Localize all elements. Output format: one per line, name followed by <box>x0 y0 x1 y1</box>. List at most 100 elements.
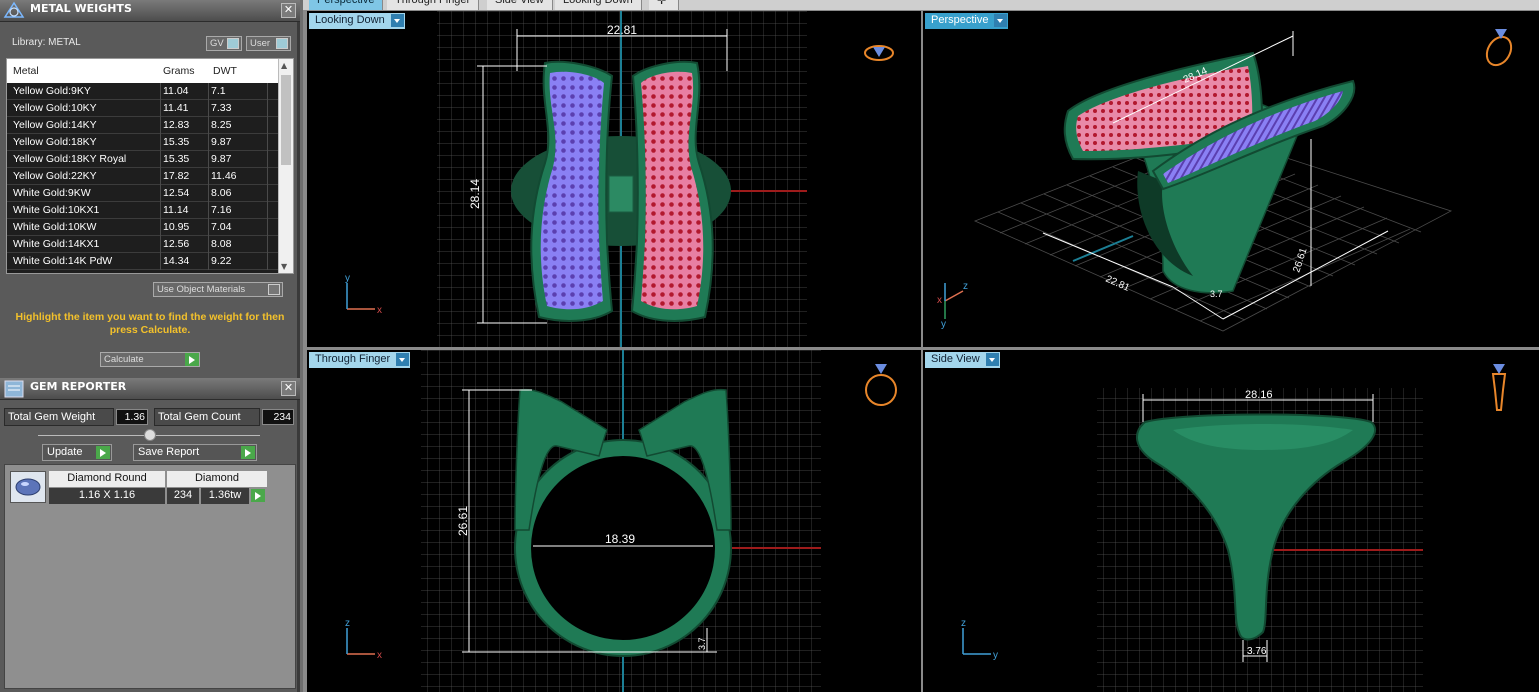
column-divider <box>208 117 209 134</box>
cell-dwt: 8.25 <box>211 119 232 131</box>
cell-grams: 12.54 <box>163 187 190 199</box>
chevron-down-icon[interactable] <box>390 14 404 27</box>
ring-orientation-icon[interactable] <box>1491 364 1507 411</box>
column-divider <box>208 253 209 270</box>
sv-axis-z: z <box>961 618 966 629</box>
col-dwt[interactable]: DWT <box>213 65 237 77</box>
persp-dim-b: 22.81 <box>1104 274 1132 294</box>
table-row[interactable]: White Gold:9KW 12.54 8.06 <box>7 185 279 202</box>
chevron-down-icon[interactable] <box>994 14 1008 27</box>
tab-looking-down[interactable]: Looking Down <box>555 0 642 10</box>
viewport-perspective[interactable]: 28.14 22.81 26.61 3.7 z x y Perspective <box>923 11 1539 347</box>
table-row[interactable]: Yellow Gold:18KY 15.35 9.87 <box>7 134 279 151</box>
viewport-label-side-view[interactable]: Side View <box>925 352 1000 368</box>
column-divider <box>267 117 268 134</box>
gem-reporter-close-icon[interactable]: ✕ <box>281 381 296 396</box>
col-metal[interactable]: Metal <box>13 65 39 77</box>
viewport-label-perspective-text: Perspective <box>931 14 989 26</box>
tab-add-icon[interactable]: ✛ <box>649 0 679 10</box>
viewport-label-through-finger[interactable]: Through Finger <box>309 352 411 368</box>
viewport-side-view[interactable]: 28.16 3.76 y z Side View <box>923 350 1539 692</box>
cell-metal: White Gold:10KX1 <box>13 204 100 216</box>
viewport-label-looking-down[interactable]: Looking Down <box>309 13 405 29</box>
viewport-label-looking-down-text: Looking Down <box>315 14 385 26</box>
viewport-area: Perspective Through Finger Side View Loo… <box>303 0 1539 692</box>
persp-axis-z: z <box>963 281 968 292</box>
table-row[interactable]: Yellow Gold:18KY Royal 15.35 9.87 <box>7 151 279 168</box>
user-label: User <box>250 38 271 49</box>
tf-dim-height: 26.61 <box>456 506 470 536</box>
ring-orientation-icon[interactable] <box>1482 29 1516 69</box>
metal-weights-header: METAL WEIGHTS ✕ <box>0 0 300 22</box>
column-divider <box>160 219 161 236</box>
side-view-canvas: 28.16 3.76 y z <box>961 364 1507 692</box>
gem-detail-arrow-icon[interactable] <box>251 489 265 502</box>
scroll-up-icon[interactable]: ▲ <box>281 61 287 70</box>
table-row[interactable]: Yellow Gold:9KY 11.04 7.1 <box>7 83 279 100</box>
persp-axis-x: x <box>937 295 942 306</box>
cell-metal: White Gold:14K PdW <box>13 255 113 267</box>
chevron-down-icon[interactable] <box>396 353 410 366</box>
viewport-label-perspective[interactable]: Perspective <box>925 13 1009 29</box>
table-row[interactable]: White Gold:14K PdW 14.34 9.22 <box>7 253 279 270</box>
table-row[interactable]: Yellow Gold:22KY 17.82 11.46 <box>7 168 279 185</box>
column-divider <box>267 202 268 219</box>
table-row[interactable]: White Gold:10KX1 11.14 7.16 <box>7 202 279 219</box>
gv-checkbox[interactable] <box>227 38 239 49</box>
tab-side-view[interactable]: Side View <box>487 0 553 10</box>
viewport-label-side-view-text: Side View <box>931 353 980 365</box>
cell-metal: Yellow Gold:14KY <box>13 119 97 131</box>
gem-list: Diamond Round Diamond 1.16 X 1.16 234 1.… <box>4 464 296 689</box>
save-report-arrow-icon[interactable] <box>241 446 255 459</box>
cell-grams: 10.95 <box>163 221 190 233</box>
axis-x-label: x <box>377 305 382 316</box>
cell-grams: 14.34 <box>163 255 190 267</box>
ring-orientation-icon[interactable] <box>864 45 894 61</box>
update-arrow-icon[interactable] <box>96 446 110 459</box>
user-toggle[interactable]: User <box>246 36 291 51</box>
metal-table-scrollbar[interactable]: ▲ ▼ <box>278 59 293 273</box>
cell-metal: Yellow Gold:18KY <box>13 136 97 148</box>
cell-grams: 15.35 <box>163 136 190 148</box>
through-finger-canvas: 26.61 18.39 3.7 x z <box>345 350 897 692</box>
column-divider <box>267 219 268 236</box>
calculate-arrow-icon[interactable] <box>185 353 199 366</box>
use-object-materials-label: Use Object Materials <box>157 284 246 295</box>
col-grams[interactable]: Grams <box>163 65 195 77</box>
calculate-button[interactable]: Calculate <box>100 352 200 367</box>
tab-perspective[interactable]: Perspective <box>309 0 384 10</box>
total-gem-count-value: 234 <box>262 409 294 425</box>
viewport-looking-down[interactable]: 22.81 28.14 x y Looking Down <box>307 11 921 347</box>
save-report-button[interactable]: Save Report <box>133 444 257 461</box>
user-checkbox[interactable] <box>276 38 288 49</box>
chevron-down-icon[interactable] <box>985 353 999 366</box>
cell-dwt: 9.22 <box>211 255 232 267</box>
table-row[interactable]: Yellow Gold:14KY 12.83 8.25 <box>7 117 279 134</box>
cell-dwt: 11.46 <box>211 170 237 182</box>
looking-down-canvas: 22.81 28.14 x y <box>345 11 894 347</box>
total-gem-weight-value: 1.36 <box>116 409 148 425</box>
scroll-down-icon[interactable]: ▼ <box>281 262 287 271</box>
bridge <box>608 175 634 213</box>
table-row[interactable]: White Gold:10KW 10.95 7.04 <box>7 219 279 236</box>
table-row[interactable]: White Gold:14KX1 12.56 8.08 <box>7 236 279 253</box>
gem-size: 1.16 X 1.16 <box>49 488 165 504</box>
tf-dim-inner: 18.39 <box>605 532 635 546</box>
use-object-materials-toggle[interactable]: Use Object Materials <box>153 282 283 297</box>
update-button[interactable]: Update <box>42 444 112 461</box>
cell-metal: White Gold:14KX1 <box>13 238 100 250</box>
gem-weight: 1.36tw <box>201 488 249 504</box>
gem-slider-knob[interactable] <box>144 429 156 441</box>
table-row[interactable]: Yellow Gold:10KY 11.41 7.33 <box>7 100 279 117</box>
cell-dwt: 7.1 <box>211 85 226 97</box>
tab-through-finger[interactable]: Through Finger <box>387 0 480 10</box>
scroll-thumb[interactable] <box>281 75 291 165</box>
gv-label: GV <box>210 38 224 49</box>
ring-orientation-icon[interactable] <box>865 364 897 406</box>
use-object-materials-checkbox[interactable] <box>268 284 280 295</box>
metal-weights-close-icon[interactable]: ✕ <box>281 3 296 18</box>
column-divider <box>160 168 161 185</box>
column-divider <box>160 134 161 151</box>
viewport-through-finger[interactable]: 26.61 18.39 3.7 x z Through Finger <box>307 350 921 692</box>
gv-toggle[interactable]: GV <box>206 36 242 51</box>
